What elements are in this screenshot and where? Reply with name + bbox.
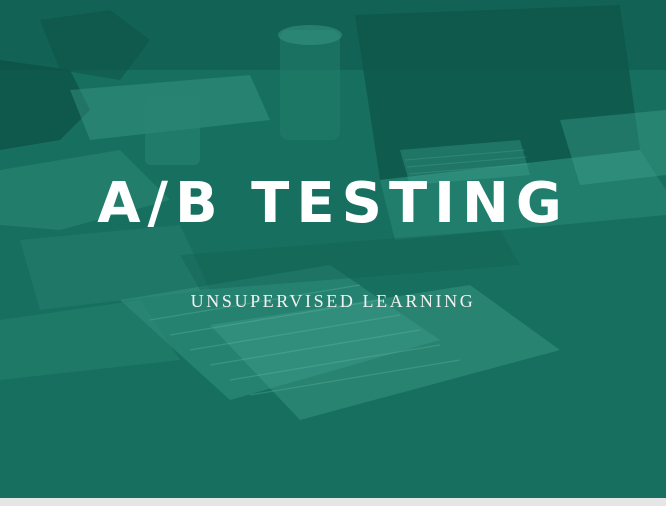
background-photo-overlay — [0, 0, 666, 498]
slide-subtitle: UNSUPERVISED LEARNING — [190, 291, 476, 311]
title-slide: A/B TESTING UNSUPERVISED LEARNING — [0, 0, 666, 498]
slide-bottom-border — [0, 498, 666, 506]
slide-title: A/B TESTING — [97, 171, 569, 236]
